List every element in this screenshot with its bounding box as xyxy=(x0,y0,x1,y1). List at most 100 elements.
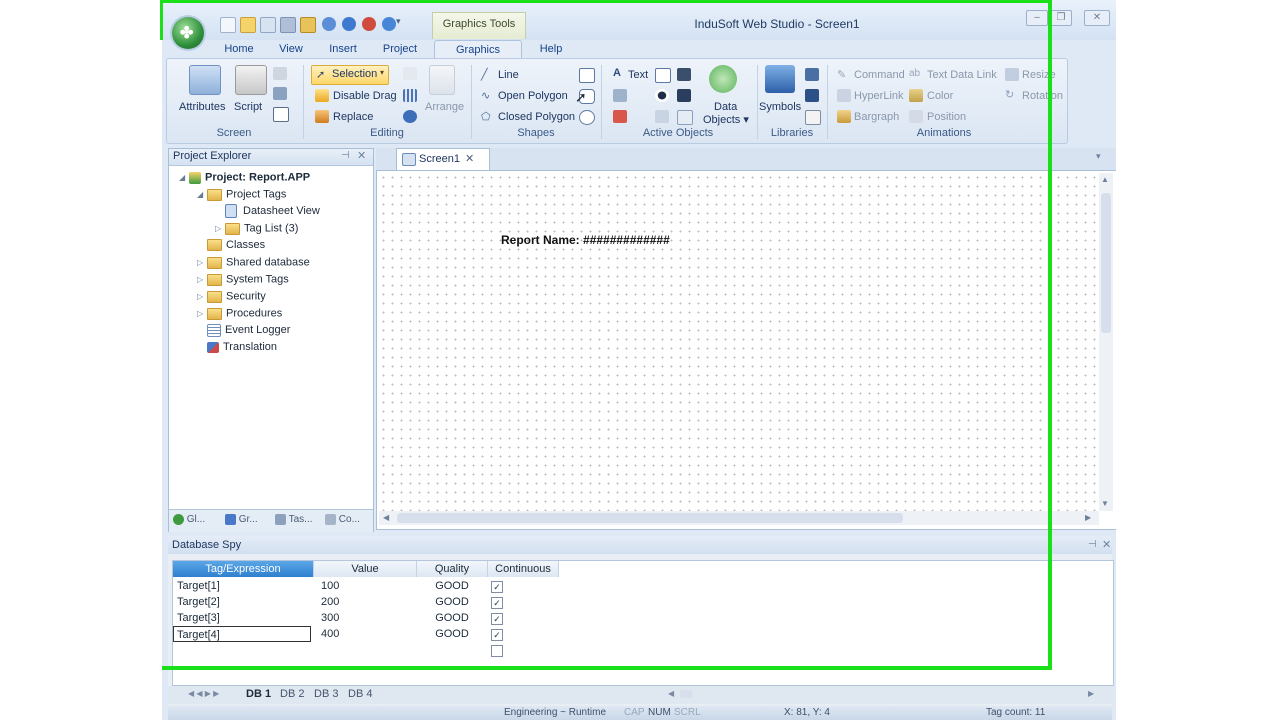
trend-object-icon[interactable] xyxy=(677,110,693,125)
tab-graphics[interactable]: Graphics xyxy=(434,40,522,59)
scroll-right-icon[interactable]: ▶ xyxy=(1088,689,1094,698)
tree-item-procedures[interactable]: ▷ Procedures xyxy=(179,305,320,322)
continuous-checkbox[interactable]: ✓ xyxy=(491,613,503,625)
screen-canvas[interactable]: Report Name: ############# xyxy=(379,173,1099,511)
cell-value[interactable]: 200 xyxy=(321,594,339,610)
screen-option-icon[interactable] xyxy=(273,67,287,80)
continuous-checkbox[interactable]: ✓ xyxy=(491,581,503,593)
arrange-button[interactable]: Arrange xyxy=(425,101,464,113)
column-header-value[interactable]: Value xyxy=(314,561,417,577)
continuous-checkbox-empty[interactable] xyxy=(491,645,503,657)
radio-button-icon[interactable] xyxy=(655,89,669,102)
library-window-icon[interactable] xyxy=(805,110,821,125)
tab-screen1[interactable]: Screen1 ✕ xyxy=(396,148,490,170)
scroll-left-icon[interactable]: ◀ xyxy=(668,689,674,698)
scroll-down-icon[interactable]: ▼ xyxy=(1101,499,1109,508)
cell-tag[interactable]: Target[1] xyxy=(177,578,220,594)
cell-value[interactable]: 300 xyxy=(321,610,339,626)
close-button[interactable]: ✕ xyxy=(1084,10,1110,26)
tab-tasks[interactable]: Tas... xyxy=(275,514,313,528)
screen-option-3-icon[interactable] xyxy=(273,107,289,122)
pin-icon[interactable]: ⊣ xyxy=(1088,539,1097,550)
sheet-tab-db1[interactable]: DB 1 xyxy=(246,688,271,700)
maximize-button[interactable]: ❐ xyxy=(1050,10,1072,26)
open-polygon-button[interactable]: Open Polygon xyxy=(498,90,568,102)
tree-item-datasheet-view[interactable]: Datasheet View xyxy=(179,203,320,220)
save-icon[interactable] xyxy=(260,17,276,33)
vertical-scrollbar[interactable]: ▲ ▼ xyxy=(1099,173,1113,511)
cell-tag[interactable]: Target[3] xyxy=(177,610,220,626)
command-button[interactable]: Command xyxy=(854,69,905,81)
new-file-icon[interactable] xyxy=(220,17,236,33)
checkbox-object-icon[interactable] xyxy=(655,68,671,83)
selection-button[interactable]: ➚ Selection ▾ xyxy=(311,65,389,85)
tab-view[interactable]: View xyxy=(272,40,310,58)
tab-list-chevron-icon[interactable]: ▾ xyxy=(1096,151,1101,162)
pin-icon[interactable]: ⊣ xyxy=(341,150,350,161)
tree-item-event-logger[interactable]: Event Logger xyxy=(179,322,320,339)
horizontal-scrollbar[interactable]: ◀ ▶ xyxy=(379,511,1099,525)
continuous-checkbox[interactable]: ✓ xyxy=(491,629,503,641)
sheet-nav-icon[interactable]: ◀ ◀ ▶ ▶ xyxy=(188,689,219,698)
continuous-checkbox[interactable]: ✓ xyxy=(491,597,503,609)
line-button[interactable]: Line xyxy=(498,69,519,81)
application-menu-button[interactable]: ✤ xyxy=(172,17,204,49)
cell-tag-selected[interactable]: Target[4] xyxy=(173,626,311,642)
tab-insert[interactable]: Insert xyxy=(322,40,364,58)
column-header-tag[interactable]: Tag/Expression xyxy=(173,561,314,577)
ellipse-icon[interactable] xyxy=(579,110,595,125)
pushbutton-icon[interactable] xyxy=(613,89,627,102)
screen-option-2-icon[interactable] xyxy=(273,87,287,100)
grid-icon[interactable] xyxy=(403,89,417,102)
tab-help[interactable]: Help xyxy=(534,40,568,58)
hyperlink-button[interactable]: HyperLink xyxy=(854,90,904,102)
closed-polygon-button[interactable]: Closed Polygon xyxy=(498,111,575,123)
scroll-left-icon[interactable]: ◀ xyxy=(383,513,389,522)
tree-item-system-tags[interactable]: ▷ System Tags xyxy=(179,271,320,288)
symbols-button[interactable]: Symbols xyxy=(759,101,801,113)
scroll-up-icon[interactable]: ▲ xyxy=(1101,175,1109,184)
rotation-button[interactable]: Rotation xyxy=(1022,90,1063,102)
alarm-object-icon[interactable] xyxy=(613,110,627,123)
tab-global[interactable]: Gl... xyxy=(173,514,205,528)
help-icon[interactable] xyxy=(382,17,396,31)
text-object-button[interactable]: Text xyxy=(628,69,648,81)
tree-item-classes[interactable]: Classes xyxy=(179,237,320,254)
stop-application-icon[interactable] xyxy=(342,17,356,31)
tree-item-security[interactable]: ▷ Security xyxy=(179,288,320,305)
minimize-button[interactable]: – xyxy=(1026,10,1048,26)
column-header-continuous[interactable]: Continuous xyxy=(488,561,559,577)
open-folder-icon[interactable] xyxy=(240,17,256,33)
sheet-tab-db2[interactable]: DB 2 xyxy=(280,688,304,700)
library-ocx-icon[interactable] xyxy=(805,89,819,102)
tab-graphics-explorer[interactable]: Gr... xyxy=(225,514,258,528)
tab-communication[interactable]: Co... xyxy=(325,514,360,528)
tree-item-shared-database[interactable]: ▷ Shared database xyxy=(179,254,320,271)
position-button[interactable]: Position xyxy=(927,111,966,123)
close-panel-icon[interactable]: ✕ xyxy=(1102,538,1111,551)
grid-object-icon[interactable] xyxy=(677,68,691,81)
cell-tag[interactable]: Target[2] xyxy=(177,594,220,610)
script-button[interactable]: Script xyxy=(234,101,262,113)
tab-home[interactable]: Home xyxy=(218,40,260,58)
cell-value[interactable]: 100 xyxy=(321,578,339,594)
attributes-button[interactable]: Attributes xyxy=(179,101,225,113)
close-panel-icon[interactable]: ✕ xyxy=(357,149,366,162)
record-icon[interactable] xyxy=(362,17,376,31)
disable-drag-button[interactable]: Disable Drag xyxy=(333,90,397,102)
copy-format-icon[interactable] xyxy=(403,67,417,80)
customize-quick-access-icon[interactable]: ▾ xyxy=(396,16,401,27)
copy-icon[interactable] xyxy=(280,17,296,33)
horizontal-scroll-thumb[interactable] xyxy=(397,513,903,523)
rectangle-icon[interactable] xyxy=(579,68,595,83)
tree-item-project-tags[interactable]: ◢ Project Tags xyxy=(179,186,320,203)
scroll-right-icon[interactable]: ▶ xyxy=(1085,513,1091,522)
sheet-tab-db4[interactable]: DB 4 xyxy=(348,688,372,700)
vertical-scroll-thumb[interactable] xyxy=(1101,193,1111,333)
column-header-quality[interactable]: Quality xyxy=(417,561,488,577)
folder-icon[interactable] xyxy=(300,17,316,33)
close-tab-icon[interactable]: ✕ xyxy=(465,152,474,165)
sheet-tab-db3[interactable]: DB 3 xyxy=(314,688,338,700)
run-application-icon[interactable] xyxy=(322,17,336,31)
tree-item-tag-list[interactable]: ▷ Tag List (3) xyxy=(179,220,320,237)
